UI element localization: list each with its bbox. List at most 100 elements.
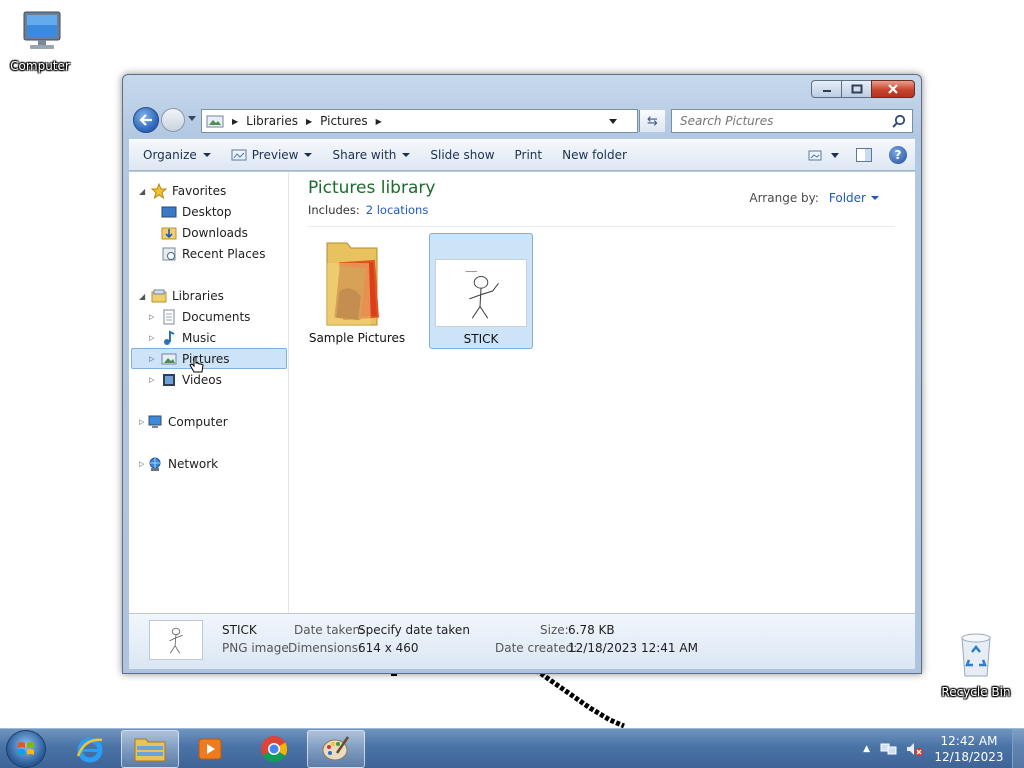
show-hidden-icons-arrow-icon[interactable]: ▲ xyxy=(863,744,870,754)
image-thumbnail-stick-figure xyxy=(435,259,527,327)
back-button[interactable] xyxy=(133,107,159,133)
breadcrumb-separator-icon[interactable]: ▶ xyxy=(376,117,382,126)
address-history-dropdown[interactable] xyxy=(609,119,617,124)
arrange-by-dropdown[interactable]: Folder xyxy=(829,191,866,205)
arrange-by: Arrange by: Folder xyxy=(749,191,879,205)
videos-icon xyxy=(161,372,177,388)
recent-places-icon xyxy=(161,246,177,262)
tree-item-recent-places[interactable]: Recent Places xyxy=(161,244,265,264)
system-tray: ▲ 12:42 AM 12/18/2023 xyxy=(863,729,1024,768)
close-icon xyxy=(888,84,898,94)
command-bar: Organize Preview Share with Slide show P… xyxy=(129,139,915,171)
chevron-down-icon[interactable] xyxy=(831,152,839,158)
forward-button[interactable] xyxy=(161,108,185,132)
help-icon: ? xyxy=(889,146,907,164)
maximize-button[interactable] xyxy=(841,80,871,98)
desktop-icon-computer[interactable]: Computer xyxy=(0,8,80,73)
computer-icon xyxy=(23,11,61,49)
taskbar-windows-explorer[interactable] xyxy=(121,730,179,768)
details-thumbnail xyxy=(149,620,203,660)
tree-item-pictures[interactable]: ▷ Pictures xyxy=(149,349,230,373)
share-with-menu[interactable]: Share with xyxy=(322,140,420,170)
taskbar-paint[interactable] xyxy=(307,730,365,768)
documents-icon xyxy=(161,309,177,325)
internet-explorer-icon xyxy=(76,737,103,763)
tree-item-desktop[interactable]: Desktop xyxy=(161,202,232,222)
expand-icon[interactable]: ▷ xyxy=(139,460,144,468)
volume-muted-icon[interactable] xyxy=(906,741,924,757)
folder-icon xyxy=(326,242,379,326)
expand-icon[interactable]: ▷ xyxy=(149,376,154,384)
file-item-stick[interactable]: STICK xyxy=(429,233,533,349)
paint-icon xyxy=(322,736,350,761)
preview-menu[interactable]: Preview xyxy=(221,140,323,170)
media-player-icon xyxy=(198,738,222,760)
tree-item-videos[interactable]: ▷ Videos xyxy=(149,370,222,390)
collapse-icon[interactable]: ◢ xyxy=(139,187,145,196)
size-label: Size: xyxy=(540,623,569,637)
dimensions-label: Dimensions: xyxy=(288,641,363,655)
view-controls: ? xyxy=(799,140,915,170)
slide-show-button[interactable]: Slide show xyxy=(420,140,504,170)
chevron-down-icon[interactable] xyxy=(871,196,879,200)
breadcrumb-pictures[interactable]: Pictures xyxy=(320,114,368,128)
expand-icon[interactable]: ▷ xyxy=(149,313,154,321)
desktop-icon-recycle-bin[interactable]: Recycle Bin xyxy=(936,630,1016,699)
caption-buttons xyxy=(811,80,915,98)
content-area: ◢ Favorites Desktop Downloads Recent Pla… xyxy=(129,172,915,613)
paint-stroke-drawing xyxy=(391,668,625,729)
breadcrumb-separator-icon[interactable]: ▶ xyxy=(232,117,238,126)
tree-label: Favorites xyxy=(172,184,227,198)
breadcrumb-libraries[interactable]: Libraries xyxy=(246,114,298,128)
date-taken-value[interactable]: Specify date taken xyxy=(358,623,470,637)
expand-icon[interactable]: ▷ xyxy=(149,355,154,363)
start-button[interactable] xyxy=(6,730,46,768)
file-name: Sample Pictures xyxy=(308,331,406,345)
address-bar[interactable]: ▶ Libraries ▶ Pictures ▶ ⇆ xyxy=(201,109,665,133)
preview-pane-toggle[interactable] xyxy=(855,147,873,163)
share-with-label: Share with xyxy=(332,148,397,162)
recent-pages-dropdown[interactable] xyxy=(188,116,196,121)
chevron-down-icon xyxy=(304,153,313,157)
search-icon[interactable] xyxy=(892,114,906,128)
tree-item-libraries[interactable]: ◢ Libraries xyxy=(139,286,224,306)
taskbar-media-player[interactable] xyxy=(181,730,239,768)
details-file-name: STICK xyxy=(222,623,257,637)
search-box[interactable] xyxy=(671,109,913,133)
tree-item-network[interactable]: ▷ Network xyxy=(139,454,218,474)
chevron-down-icon xyxy=(202,153,211,157)
clock[interactable]: 12:42 AM 12/18/2023 xyxy=(934,733,1004,765)
clock-time: 12:42 AM xyxy=(940,734,998,748)
file-item-sample-pictures[interactable]: Sample Pictures xyxy=(305,233,409,349)
tree-item-favorites[interactable]: ◢ Favorites xyxy=(139,181,226,201)
tree-label: Desktop xyxy=(182,205,232,219)
collapse-icon[interactable]: ◢ xyxy=(139,292,145,301)
file-list-pane: Pictures library Includes: 2 locations Ar… xyxy=(291,172,915,613)
new-folder-button[interactable]: New folder xyxy=(552,140,637,170)
network-status-icon[interactable] xyxy=(880,741,898,757)
locations-link[interactable]: 2 locations xyxy=(366,203,429,217)
change-view-button[interactable] xyxy=(807,148,839,162)
file-name: STICK xyxy=(463,332,499,346)
close-button[interactable] xyxy=(871,80,915,98)
refresh-button[interactable]: ⇆ xyxy=(639,110,665,132)
pictures-icon xyxy=(161,351,177,367)
tree-item-downloads[interactable]: Downloads xyxy=(161,223,248,243)
tree-item-computer[interactable]: ▷ Computer xyxy=(139,412,228,432)
show-desktop-button[interactable] xyxy=(1012,729,1024,768)
help-button[interactable]: ? xyxy=(889,146,907,164)
expand-icon[interactable]: ▷ xyxy=(149,334,154,342)
taskbar-chrome[interactable] xyxy=(245,730,303,768)
taskbar-internet-explorer[interactable] xyxy=(61,730,119,768)
search-input[interactable] xyxy=(680,114,880,128)
view-icon xyxy=(808,150,822,161)
tree-item-documents[interactable]: ▷ Documents xyxy=(149,307,250,327)
print-button[interactable]: Print xyxy=(505,140,553,170)
expand-icon[interactable]: ▷ xyxy=(139,418,144,426)
organize-menu[interactable]: Organize xyxy=(129,140,221,170)
explorer-window: ▶ Libraries ▶ Pictures ▶ ⇆ Organize Pre xyxy=(122,74,922,674)
tree-item-music[interactable]: ▷ Music xyxy=(149,328,216,348)
desktop-icon-label: Computer xyxy=(10,59,70,73)
minimize-button[interactable] xyxy=(811,80,841,98)
breadcrumb-separator-icon[interactable]: ▶ xyxy=(306,117,312,126)
